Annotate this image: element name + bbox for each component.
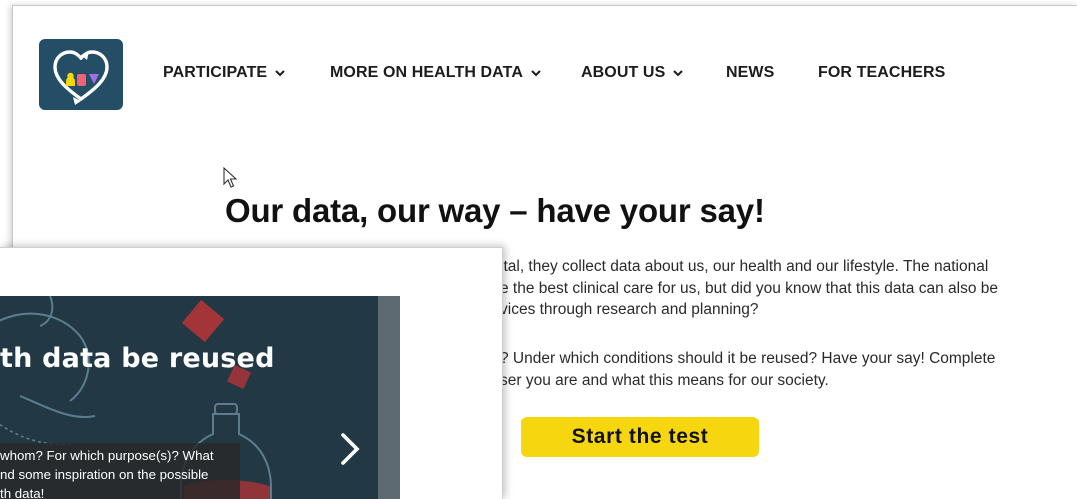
- nav-about-us-label: ABOUT US: [581, 64, 666, 81]
- intro-line: e the best clinical care for us, but did…: [500, 279, 999, 297]
- nav-more-on-health-data[interactable]: MORE ON HEALTH DATA: [330, 64, 542, 82]
- site-logo[interactable]: [39, 39, 123, 110]
- nav-participate-label: PARTICIPATE: [163, 64, 268, 81]
- intro-line: vices through research and planning?: [500, 301, 759, 318]
- nav-participate[interactable]: PARTICIPATE: [163, 64, 286, 82]
- nav-news[interactable]: NEWS: [726, 64, 774, 82]
- chevron-down-icon: [275, 70, 285, 77]
- card-title: th data be reused: [0, 343, 275, 374]
- page-headline: Our data, our way – have your say!: [225, 192, 765, 229]
- nav-news-label: NEWS: [726, 64, 775, 81]
- nav-about-us[interactable]: ABOUT US: [581, 64, 684, 82]
- call-line: ? Under which conditions should it be re…: [500, 350, 996, 367]
- chevron-right-icon[interactable]: [336, 432, 364, 466]
- call-line: ser you are and what this means for our …: [500, 371, 829, 389]
- carousel-card[interactable]: th data be reused whom? For which purpos…: [0, 296, 400, 499]
- card-edge-shade: [378, 296, 400, 499]
- mouse-pointer-icon: [223, 167, 237, 188]
- call-paragraph: ? Under which conditions should it be re…: [500, 348, 995, 391]
- intro-paragraph: ital, they collect data about us, our he…: [500, 256, 998, 321]
- start-test-button[interactable]: Start the test: [521, 417, 759, 457]
- nav-more-on-health-data-label: MORE ON HEALTH DATA: [330, 64, 523, 81]
- nav-for-teachers[interactable]: FOR TEACHERS: [818, 64, 945, 82]
- nav-for-teachers-label: FOR TEACHERS: [818, 64, 946, 81]
- card-description-line: nd some inspiration on the possible: [0, 467, 209, 482]
- chevron-down-icon: [531, 70, 541, 77]
- overlay-window: th data be reused whom? For which purpos…: [0, 247, 503, 499]
- card-description: whom? For which purpose(s)? What nd some…: [0, 443, 240, 499]
- card-description-line: th data!: [0, 486, 45, 499]
- card-description-line: whom? For which purpose(s)? What: [0, 448, 214, 463]
- heart-recycle-logo-icon: [53, 50, 109, 105]
- chevron-down-icon: [673, 70, 684, 77]
- intro-line: ital, they collect data about us, our he…: [500, 258, 989, 275]
